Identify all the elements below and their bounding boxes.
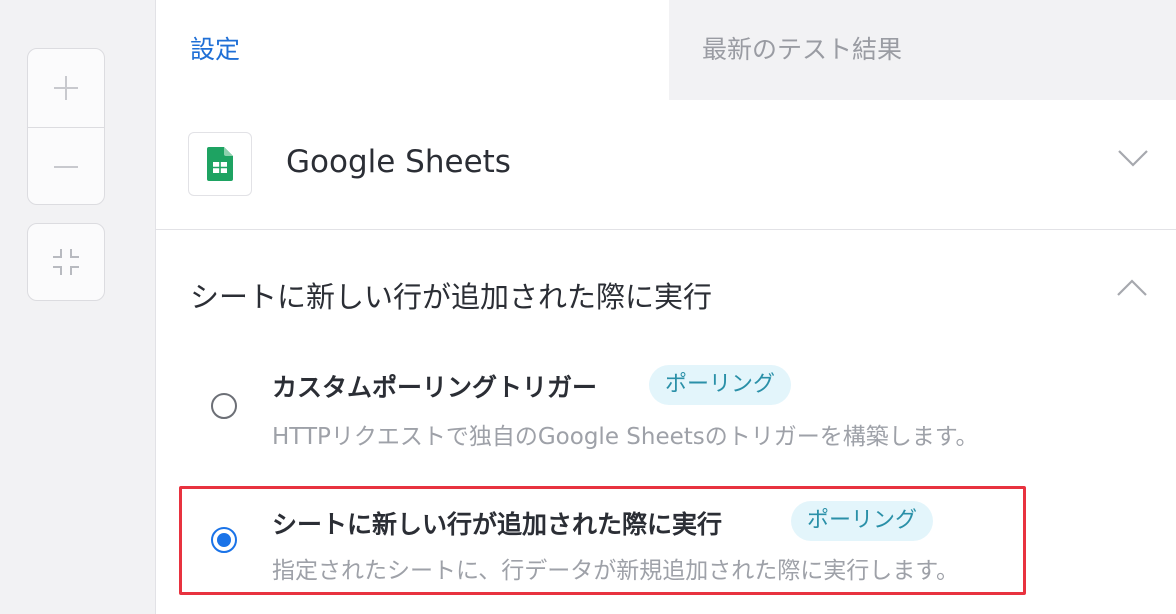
app-logo xyxy=(188,132,252,196)
settings-panel: 設定 最新のテスト結果 Google Sheets シートに新しい行が追加された… xyxy=(155,0,1176,614)
google-sheets-icon xyxy=(207,147,233,181)
plus-icon xyxy=(54,76,78,100)
trigger-option-custom-polling[interactable]: カスタムポーリングトリガー ポーリング HTTPリクエストで独自のGoogle … xyxy=(156,360,1176,460)
zoom-controls xyxy=(27,48,105,205)
collapse-icon xyxy=(53,249,79,275)
zoom-out-button[interactable] xyxy=(28,127,104,204)
chevron-up-icon[interactable] xyxy=(1116,278,1148,298)
option-description: HTTPリクエストで独自のGoogle Sheetsのトリガーを構築します。 xyxy=(272,424,979,450)
zoom-in-button[interactable] xyxy=(28,49,104,127)
chevron-down-icon[interactable] xyxy=(1117,148,1149,168)
option-title: カスタムポーリングトリガー xyxy=(272,373,598,402)
radio-custom-polling[interactable] xyxy=(211,393,237,419)
canvas-area xyxy=(0,0,155,614)
tab-latest-test-results[interactable]: 最新のテスト結果 xyxy=(669,0,1176,100)
minus-icon xyxy=(54,165,78,168)
trigger-section-title: シートに新しい行が追加された際に実行 xyxy=(190,280,713,314)
app-name: Google Sheets xyxy=(286,144,511,180)
fit-view-button[interactable] xyxy=(27,223,105,301)
app-selector[interactable]: Google Sheets xyxy=(156,100,1176,230)
panel-tabs: 設定 最新のテスト結果 xyxy=(156,0,1176,100)
tab-settings[interactable]: 設定 xyxy=(156,0,669,100)
selection-highlight-box xyxy=(179,486,1026,595)
polling-badge: ポーリング xyxy=(649,365,792,405)
